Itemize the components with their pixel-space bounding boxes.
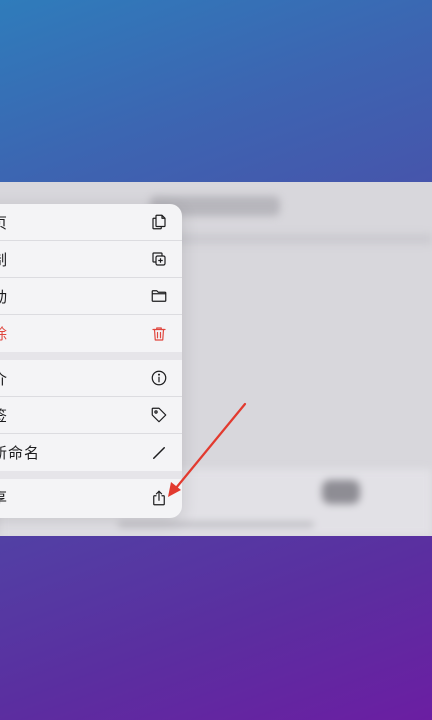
menu-item-rename[interactable]: 新命名 <box>0 434 182 471</box>
menu-item-label: 签 <box>0 405 8 426</box>
menu-item-tag[interactable]: 签 <box>0 397 182 434</box>
menu-item-label: 享 <box>0 487 8 508</box>
tag-icon <box>150 406 168 424</box>
menu-item-label: 页 <box>0 212 8 233</box>
page-background: 页 制 动 <box>0 0 432 720</box>
blurred-button <box>322 480 360 504</box>
menu-item-info[interactable]: 介 <box>0 360 182 397</box>
menu-item-label: 制 <box>0 249 8 270</box>
menu-item-label: 介 <box>0 368 8 389</box>
duplicate-icon <box>150 250 168 268</box>
menu-item-label: 除 <box>0 323 8 344</box>
menu-group-separator <box>0 471 182 479</box>
menu-item-duplicate[interactable]: 制 <box>0 241 182 278</box>
info-icon <box>150 369 168 387</box>
folder-icon <box>150 287 168 305</box>
menu-group-separator <box>0 352 182 360</box>
share-icon <box>150 489 168 507</box>
menu-item-delete[interactable]: 除 <box>0 315 182 352</box>
blurred-divider <box>160 234 432 244</box>
menu-item-label: 新命名 <box>0 444 41 462</box>
trash-icon <box>150 325 168 343</box>
copy-pages-icon <box>150 213 168 231</box>
pencil-icon <box>150 444 168 462</box>
menu-item-move[interactable]: 动 <box>0 278 182 315</box>
context-menu: 页 制 动 <box>0 204 182 518</box>
menu-item-share[interactable]: 享 <box>0 479 182 516</box>
home-indicator <box>118 522 314 527</box>
menu-item-copy-page[interactable]: 页 <box>0 204 182 241</box>
menu-item-label: 动 <box>0 286 8 307</box>
